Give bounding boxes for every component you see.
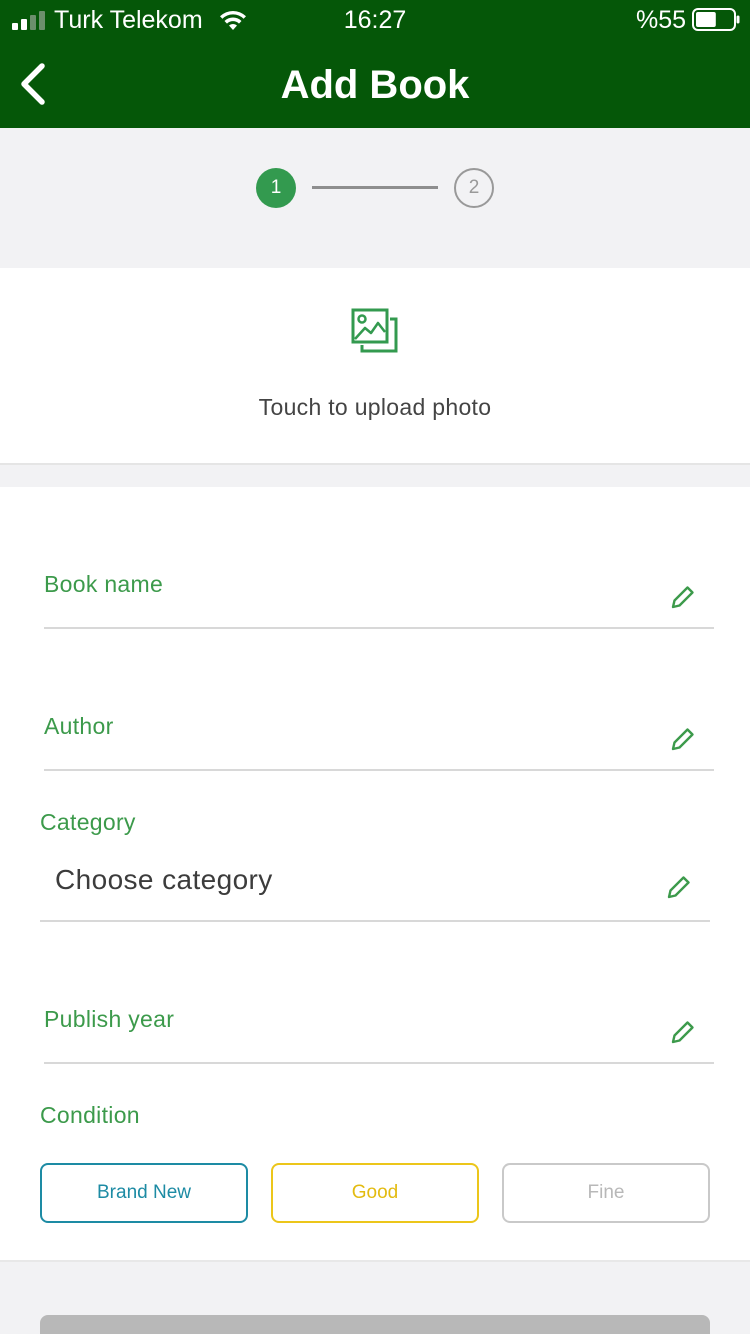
publish-year-label: Publish year: [44, 1006, 175, 1032]
pencil-edit-icon[interactable]: [666, 874, 692, 900]
step-1-badge: 1: [256, 168, 296, 208]
condition-label: Condition: [40, 1102, 140, 1128]
condition-fine-button[interactable]: Fine: [502, 1163, 710, 1223]
author-field[interactable]: [44, 699, 714, 769]
battery-percent: %55: [636, 6, 687, 34]
author-underline: [44, 769, 714, 771]
pencil-edit-icon[interactable]: [670, 726, 696, 752]
pencil-edit-icon[interactable]: [670, 1019, 696, 1045]
upload-photo-label: Touch to upload photo: [258, 394, 492, 420]
continue-button[interactable]: [40, 1315, 710, 1334]
book-name-label: Book name: [44, 571, 164, 597]
step-connector: [312, 186, 438, 189]
book-name-underline: [44, 627, 714, 629]
category-underline: [40, 920, 710, 922]
condition-good-button[interactable]: Good: [271, 1163, 479, 1223]
pencil-edit-icon[interactable]: [670, 584, 696, 610]
upload-photo-area[interactable]: Touch to upload photo: [0, 268, 750, 465]
status-bar: Turk Telekom 16:27 %55: [0, 0, 750, 40]
battery-icon: [692, 8, 740, 31]
step-indicator: 1 2: [0, 128, 750, 268]
step-2-badge: 2: [454, 168, 494, 208]
category-select[interactable]: Choose category: [55, 863, 273, 897]
publish-year-underline: [44, 1062, 714, 1064]
author-label: Author: [44, 713, 114, 739]
image-gallery-icon: [351, 308, 398, 353]
navigation-bar: Add Book: [0, 40, 750, 128]
condition-brand-new-button[interactable]: Brand New: [40, 1163, 248, 1223]
category-label: Category: [40, 809, 136, 835]
book-form: Book name Author Category Choose categor…: [0, 487, 750, 1262]
page-title: Add Book: [280, 63, 470, 107]
